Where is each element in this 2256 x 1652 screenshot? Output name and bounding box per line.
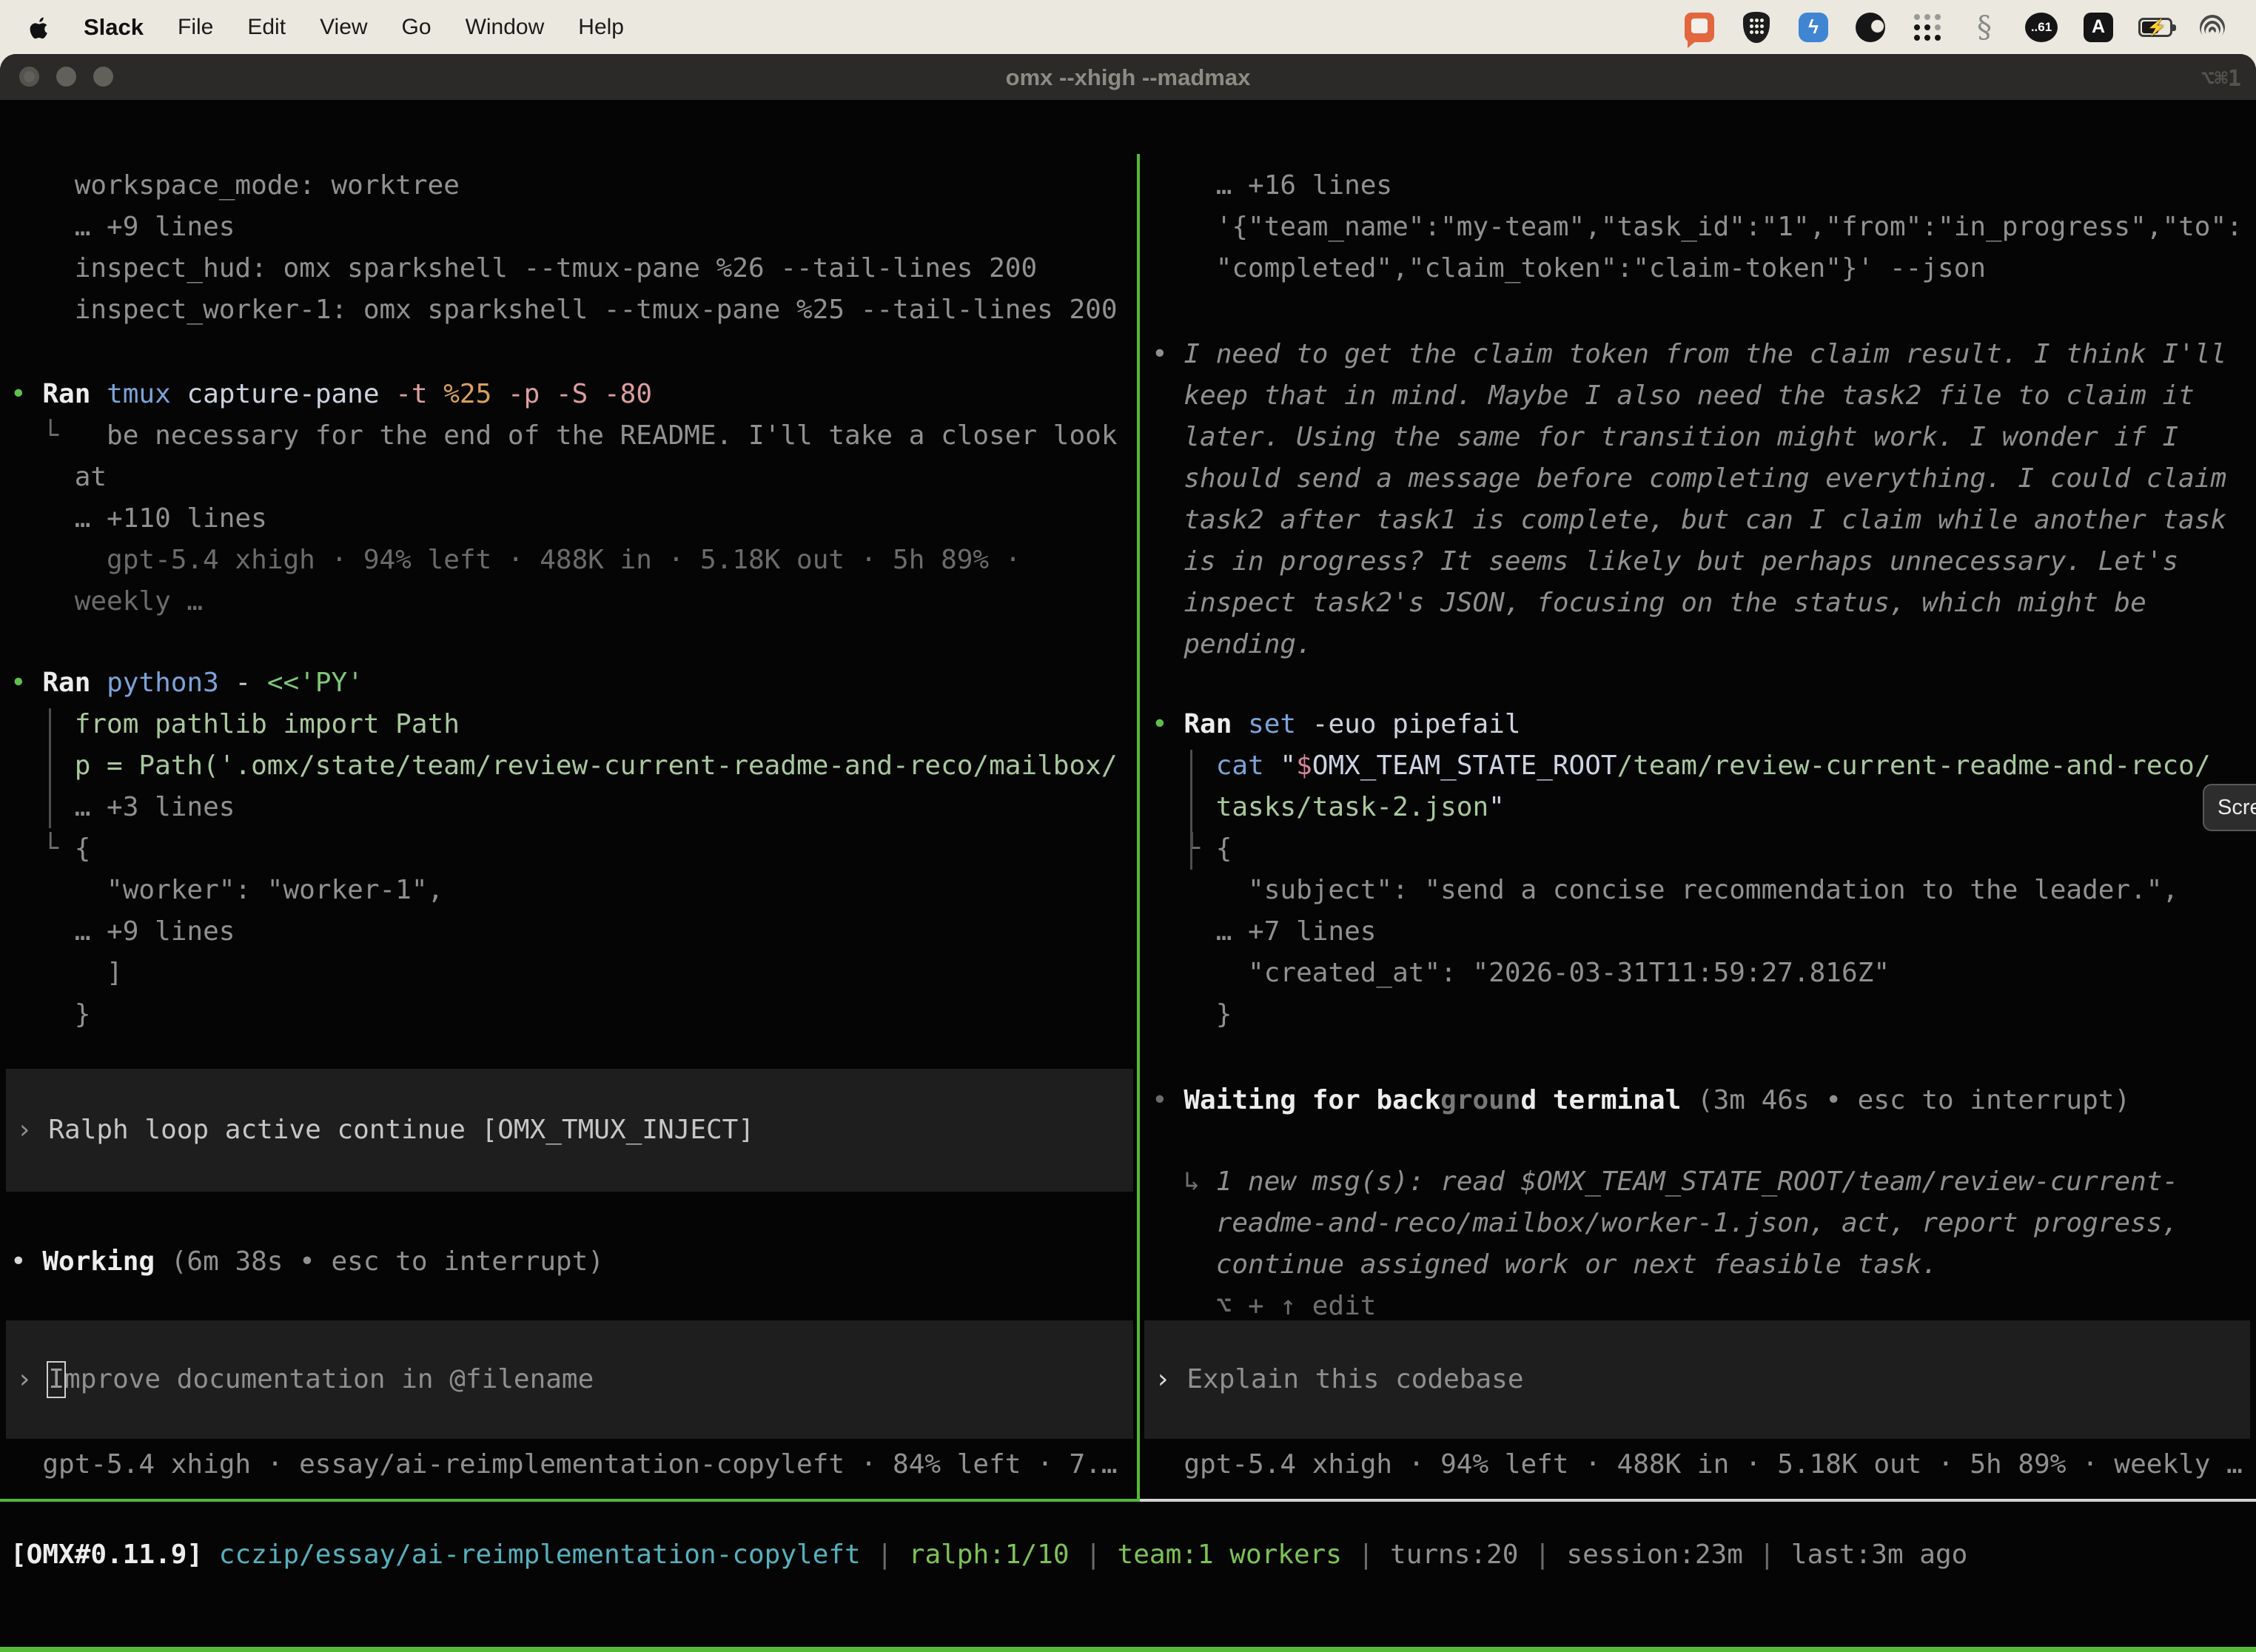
- disk-icon[interactable]: [1853, 10, 1887, 44]
- config-output-block: workspace_mode: worktree … +9 lines insp…: [0, 165, 1137, 331]
- model-status-line-right: gpt-5.4 xhigh · 94% left · 488K in · 5.1…: [1140, 1444, 2256, 1485]
- menu-item-go[interactable]: Go: [402, 15, 432, 40]
- tmux-host-clock: "MacBook-Pro-44.local" 05:03 31-Mar-26: [1639, 1647, 2256, 1652]
- text-cursor: I: [47, 1361, 66, 1398]
- apple-menu-icon[interactable]: [30, 15, 50, 39]
- dot-grid-icon[interactable]: [1910, 10, 1944, 44]
- tmux-status-bar: [omx-cczip0:bash* "MacBook-Pro-44.local"…: [0, 1647, 2256, 1652]
- prompt-input-right[interactable]: › Explain this codebase: [1144, 1320, 2250, 1439]
- tmux-session-name[interactable]: [omx-cczip0:bash*: [0, 1647, 283, 1652]
- menu-item-help[interactable]: Help: [578, 15, 624, 40]
- omx-session-status-line: [OMX#0.11.9] cczip/essay/ai-reimplementa…: [0, 1534, 2256, 1576]
- active-pane-border: [0, 1499, 1140, 1502]
- input-placeholder: mprove documentation in @filename: [64, 1364, 594, 1394]
- menu-item-view[interactable]: View: [320, 15, 367, 40]
- waiting-status-line: • Waiting for background terminal (3m 46…: [1140, 1080, 2256, 1121]
- prompt-chevron: ›: [1155, 1364, 1186, 1394]
- left-tmux-pane: workspace_mode: worktree … +9 lines insp…: [0, 154, 1137, 1499]
- ralph-loop-notice-box: › Ralph loop active continue [OMX_TMUX_I…: [6, 1069, 1133, 1192]
- window-shortcut-badge: ⌥⌘1: [2201, 66, 2241, 92]
- inactive-pane-border: [1140, 1499, 2256, 1502]
- agent-thinking-block: • I need to get the claim token from the…: [1140, 334, 2256, 665]
- menu-item-window[interactable]: Window: [466, 15, 545, 40]
- prompt-input-left[interactable]: › Improve documentation in @filename: [6, 1320, 1133, 1439]
- input-source-icon[interactable]: A: [2081, 10, 2115, 44]
- usage-badge[interactable]: ..61: [2024, 10, 2058, 44]
- terminal-window: omx --xhigh --madmax ⌥⌘1 workspace_mode:…: [0, 54, 2256, 1652]
- shield-icon[interactable]: [1739, 10, 1773, 44]
- menu-item-edit[interactable]: Edit: [247, 15, 286, 40]
- window-title-bar[interactable]: omx --xhigh --madmax ⌥⌘1: [0, 54, 2256, 100]
- new-message-note-block: ↳ 1 new msg(s): read $OMX_TEAM_STATE_ROO…: [1140, 1161, 2256, 1327]
- menu-item-file[interactable]: File: [178, 15, 213, 40]
- json-output-block: … +16 lines '{"team_name":"my-team","tas…: [1140, 165, 2256, 289]
- model-status-line-left: gpt-5.4 xhigh · essay/ai-reimplementatio…: [0, 1444, 1137, 1485]
- ralph-loop-text: › Ralph loop active continue [OMX_TMUX_I…: [16, 1109, 1133, 1151]
- stats-app-icon[interactable]: ϟ: [1796, 10, 1830, 44]
- macos-menu-bar: Slack File Edit View Go Window Help ϟ § …: [0, 0, 2256, 54]
- tree-connector-line: [49, 708, 51, 828]
- wifi-icon[interactable]: [2195, 10, 2229, 44]
- pane-divider[interactable]: [1137, 154, 1140, 1502]
- screen: Slack File Edit View Go Window Help ϟ § …: [0, 0, 2256, 1652]
- menu-app-name[interactable]: Slack: [84, 14, 144, 41]
- terminal-content: workspace_mode: worktree … +9 lines insp…: [0, 154, 2256, 1652]
- battery-icon[interactable]: [2138, 10, 2172, 44]
- screen-tooltip: Scre: [2203, 784, 2256, 831]
- window-title: omx --xhigh --madmax: [0, 64, 2256, 91]
- prompt-chevron: ›: [16, 1364, 48, 1394]
- ran-tmux-capture-block: • Ran tmux capture-pane -t %25 -p -S -80…: [0, 374, 1137, 622]
- ran-python3-block: • Ran python3 - <<'PY' from pathlib impo…: [0, 662, 1137, 1035]
- ran-cat-task-block: • Ran set -euo pipefail cat "$OMX_TEAM_S…: [1140, 704, 2256, 1035]
- chat-app-icon[interactable]: [1682, 10, 1716, 44]
- right-tmux-pane: … +16 lines '{"team_name":"my-team","tas…: [1140, 154, 2256, 1499]
- working-status-line: • Working (6m 38s • esc to interrupt): [0, 1241, 1137, 1283]
- tree-connector-line: [1190, 750, 1192, 870]
- input-placeholder: Explain this codebase: [1186, 1364, 1523, 1394]
- squiggle-icon[interactable]: §: [1967, 10, 2001, 44]
